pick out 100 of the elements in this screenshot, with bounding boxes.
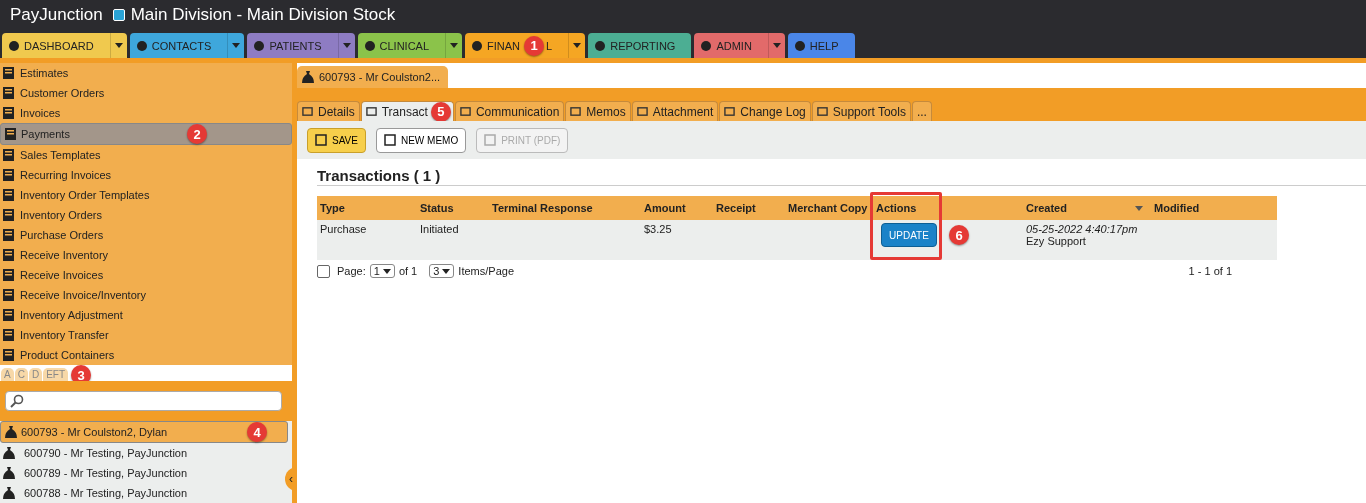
tab-icon [636,106,648,117]
button-icon [383,134,396,146]
page-label: Page: [337,265,366,277]
square-icon [112,9,125,21]
tab-icon [724,106,736,117]
toolbar-button[interactable]: SAVE [307,127,366,153]
result-item[interactable]: 600788 - Mr Testing, PayJunction [0,483,282,503]
page-count: of 1 [398,265,418,277]
sidebar-item[interactable]: Receive Inventory [0,245,292,265]
nav-icon [135,39,148,52]
column-header: Actions [875,202,918,214]
app-title: PayJunction [10,5,103,25]
sidebar-item[interactable]: Inventory Transfer [0,325,292,345]
nav-tab[interactable]: FINAN 1 L [465,33,586,58]
page-select[interactable]: 1 [369,264,395,278]
column-header: Status [419,202,455,214]
nav-icon [700,39,713,52]
money-bag-icon [2,466,16,480]
caret-icon [573,43,582,48]
sidebar-item[interactable]: Invoices [0,103,292,123]
result-item[interactable]: 600793 - Mr Coulston2, Dylan 4 [0,421,288,443]
tab[interactable]: Attachment [631,101,719,121]
nav-icon [8,39,20,52]
update-button[interactable]: UPDATE [881,223,937,247]
sidebar-item[interactable]: Inventory Order Templates [0,185,292,205]
table-cell-text: Purchase [319,223,368,235]
tab[interactable]: Details [297,101,360,121]
number-badge: 6 [949,225,969,245]
caret-icon [342,43,351,48]
tab-icon [302,106,313,117]
tab[interactable]: Support Tools [811,101,911,121]
nav-tab[interactable]: PATIENTS [247,33,355,58]
search-icon [10,394,24,408]
nav-icon [594,39,607,52]
nav-tab[interactable]: CLINICAL [357,33,463,58]
tab[interactable]: ... [911,101,932,121]
number-badge: 5 [430,101,451,122]
per-page-select[interactable]: 3 [429,264,455,278]
button-icon [315,134,327,146]
sidebar-item[interactable]: Inventory Adjustment [0,305,292,325]
checkbox[interactable] [317,264,330,278]
document-icon [4,127,18,141]
result-range: 1 - 1 of 1 [1188,265,1232,277]
sidebar-item[interactable]: Payments 2 [0,123,292,145]
sidebar-item[interactable]: Customer Orders [0,83,292,103]
caret-icon [450,43,459,48]
nav-tab[interactable]: CONTACTS [129,33,245,58]
sidebar-item[interactable]: Recurring Invoices [0,165,292,185]
nav-tab[interactable]: HELP [787,33,855,58]
table-cell-text: Initiated [419,223,460,235]
sidebar-item[interactable]: Inventory Orders [0,205,292,225]
tab-icon [570,106,582,117]
nav-icon [253,39,266,52]
created-date: 05-25-2022 4:40:17pm [1026,223,1139,235]
column-header: Created [1023,202,1151,214]
result-item[interactable]: 600790 - Mr Testing, PayJunction [0,443,282,463]
button-icon [484,134,497,146]
tab-icon [365,106,377,117]
sidebar-item[interactable]: Purchase Orders [0,225,292,245]
tab-icon [816,106,828,117]
record-tab[interactable]: 600793 - Mr Coulston2... [297,66,449,88]
money-bag-icon [4,425,18,439]
table-cell-text: $3.25 [643,223,673,235]
column-header: Terminal Response [491,202,594,214]
sidebar-item[interactable]: Receive Invoice/Inventory [0,285,292,305]
result-item[interactable]: 600789 - Mr Testing, PayJunction [0,463,282,483]
tab[interactable]: Communication [454,101,565,121]
sidebar-item[interactable]: Receive Invoices [0,265,292,285]
nav-icon [363,39,376,52]
per-page-label: Items/Page [458,265,514,277]
nav-icon [471,39,484,52]
nav-tab[interactable]: DASHBOARD [2,33,127,58]
caret-icon [232,43,241,48]
highlight-frame [870,192,942,260]
money-bag-icon [2,486,16,500]
tab[interactable]: Transact 5 [360,101,454,121]
tab-icon [459,106,471,117]
caret-icon [114,43,123,48]
sidebar-item[interactable]: Estimates [0,63,292,83]
tab[interactable]: Change Log [719,101,811,121]
division-title: Main Division - Main Division Stock [130,5,396,25]
number-badge: 2 [187,124,207,144]
caret-icon [772,43,781,48]
money-bag-icon [301,70,315,84]
caret-icon [442,268,451,274]
nav-icon [793,39,806,52]
sort-icon [1135,205,1143,211]
money-bag-icon [2,446,16,460]
search-field[interactable] [5,391,282,411]
sidebar-item[interactable]: Sales Templates [0,145,292,165]
column-header: Receipt [715,202,757,214]
tab[interactable]: Memos [565,101,631,121]
created-by: Ezy Support [1026,235,1087,247]
column-header: Modified [1153,202,1201,214]
sidebar-item[interactable]: Product Containers [0,345,292,365]
nav-tab[interactable]: ADMIN [694,33,785,58]
number-badge: 1 [524,35,545,56]
toolbar-button[interactable]: NEW MEMO [375,127,467,153]
nav-tab[interactable]: REPORTING [588,33,692,58]
column-header: Type [319,202,346,214]
